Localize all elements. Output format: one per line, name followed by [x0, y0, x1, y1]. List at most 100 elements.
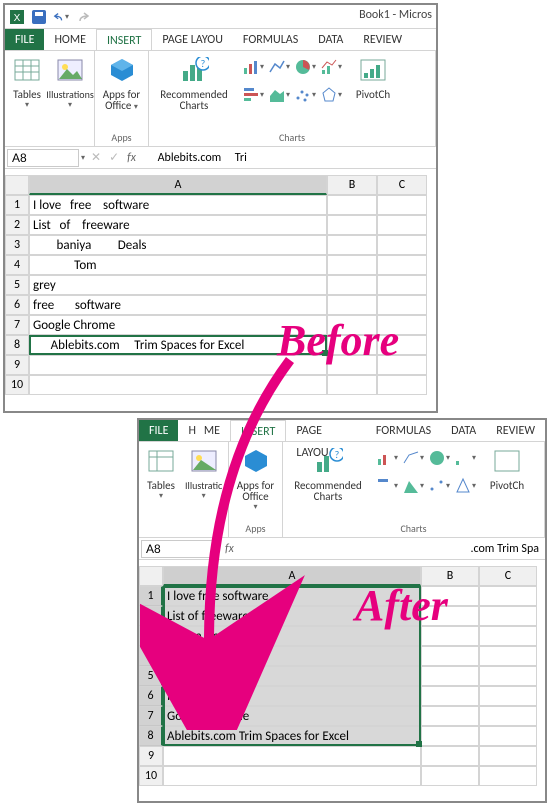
line-chart-icon[interactable]: ▾	[267, 54, 291, 80]
tab-file[interactable]: FILE	[139, 420, 178, 441]
tab-review[interactable]: REVIEW	[353, 29, 412, 50]
pie-chart-icon[interactable]: ▾	[293, 54, 317, 80]
cell[interactable]: grey	[163, 666, 421, 686]
cell[interactable]	[421, 686, 479, 706]
tab-data[interactable]: DATA	[441, 420, 486, 441]
recommended-charts-button[interactable]: ?Recommended Charts	[155, 54, 233, 111]
col-header-C[interactable]: C	[479, 566, 537, 586]
cell[interactable]	[479, 746, 537, 766]
cell[interactable]	[479, 706, 537, 726]
tab-insert[interactable]: INSERT	[96, 29, 152, 50]
row-header[interactable]: 8	[5, 335, 29, 355]
cell[interactable]	[479, 586, 537, 606]
cell[interactable]: baniya Deals	[29, 235, 327, 255]
cell[interactable]: List of freeware	[29, 215, 327, 235]
apps-button[interactable]: Apps for Office ▾	[101, 54, 142, 113]
cell[interactable]: I love free software	[29, 195, 327, 215]
cell[interactable]	[421, 646, 479, 666]
row-header[interactable]: 8	[139, 726, 163, 746]
cell[interactable]: grey	[29, 275, 327, 295]
name-box[interactable]	[141, 540, 213, 558]
fx-icon[interactable]: fx	[127, 151, 136, 165]
cell[interactable]	[421, 706, 479, 726]
tables-button[interactable]: Tables▾	[11, 54, 43, 111]
cell[interactable]	[377, 235, 427, 255]
cell[interactable]	[377, 295, 427, 315]
cell[interactable]	[377, 195, 427, 215]
illustrations-button[interactable]: Illustratic▾	[185, 445, 222, 502]
tab-formulas[interactable]: FORMULAS	[233, 29, 308, 50]
cancel-icon[interactable]: ✕	[91, 150, 101, 165]
name-box[interactable]	[7, 149, 79, 167]
row-header[interactable]: 10	[5, 375, 29, 395]
col-header-B[interactable]: B	[327, 175, 377, 195]
apps-button[interactable]: Apps for Office▾	[235, 445, 276, 513]
row-header[interactable]: 2	[5, 215, 29, 235]
fx-icon[interactable]: fx	[225, 542, 234, 556]
scatter-chart-icon[interactable]: ▾	[293, 82, 317, 108]
row-header[interactable]: 3	[5, 235, 29, 255]
cell[interactable]	[29, 375, 327, 395]
tab-formulas[interactable]: FORMULAS	[366, 420, 441, 441]
tab-pagelayout[interactable]: PAGE LAYOU	[286, 420, 365, 441]
formula-value[interactable]: .com Trim Spa	[242, 542, 539, 556]
tab-data[interactable]: DATA	[308, 29, 353, 50]
tab-review[interactable]: REVIEW	[486, 420, 545, 441]
cell[interactable]	[377, 375, 427, 395]
row-header[interactable]: 6	[5, 295, 29, 315]
cell[interactable]	[479, 666, 537, 686]
cell[interactable]	[163, 746, 421, 766]
undo-icon[interactable]: ▾	[53, 9, 69, 25]
cell[interactable]	[479, 606, 537, 626]
enter-icon[interactable]: ✓	[109, 150, 119, 165]
cell[interactable]	[479, 686, 537, 706]
row-header[interactable]: 4	[139, 646, 163, 666]
cell[interactable]	[479, 726, 537, 746]
redo-icon[interactable]	[75, 9, 91, 25]
row-header[interactable]: 6	[139, 686, 163, 706]
select-all-cell[interactable]	[139, 566, 163, 586]
cell[interactable]	[479, 766, 537, 786]
tab-insert[interactable]: INSERT	[230, 420, 286, 441]
row-header[interactable]: 3	[139, 626, 163, 646]
illustrations-button[interactable]: Illustrations▾	[51, 54, 89, 111]
row-header[interactable]: 9	[5, 355, 29, 375]
tables-button[interactable]: Tables▾	[145, 445, 177, 502]
col-header-A[interactable]: A	[29, 175, 327, 195]
tab-file[interactable]: FILE	[5, 29, 44, 50]
cell[interactable]	[327, 275, 377, 295]
hbar-chart-icon[interactable]: ▾	[241, 82, 265, 108]
cell[interactable]	[421, 666, 479, 686]
cell[interactable]	[327, 215, 377, 235]
cell[interactable]	[163, 766, 421, 786]
pivotchart-button[interactable]: PivotCh	[485, 445, 529, 491]
tab-pagelayout[interactable]: PAGE LAYOU	[152, 29, 233, 50]
save-icon[interactable]	[31, 9, 47, 25]
cell[interactable]	[479, 626, 537, 646]
select-all-cell[interactable]	[5, 175, 29, 195]
formula-value[interactable]: Ablebits.com Tri	[144, 151, 430, 165]
row-header[interactable]: 2	[139, 606, 163, 626]
cell[interactable]	[377, 215, 427, 235]
cell[interactable]: Google Chrome	[163, 706, 421, 726]
radar-chart-icon[interactable]: ▾	[319, 82, 343, 108]
row-header[interactable]: 4	[5, 255, 29, 275]
row-header[interactable]: 5	[5, 275, 29, 295]
cell[interactable]: free software	[29, 295, 327, 315]
cell[interactable]	[479, 646, 537, 666]
cell[interactable]	[327, 375, 377, 395]
cell[interactable]	[421, 726, 479, 746]
row-header[interactable]: 7	[5, 315, 29, 335]
cell[interactable]	[327, 295, 377, 315]
row-header[interactable]: 1	[5, 195, 29, 215]
tab-home[interactable]: HOME	[178, 420, 230, 441]
cell[interactable]: Tom	[29, 255, 327, 275]
cell[interactable]	[377, 255, 427, 275]
bar-chart-icon[interactable]: ▾	[241, 54, 265, 80]
row-header[interactable]: 1	[139, 586, 163, 606]
cell[interactable]	[327, 195, 377, 215]
area-chart-icon[interactable]: ▾	[267, 82, 291, 108]
cell[interactable]: Tom	[163, 646, 421, 666]
cell[interactable]	[421, 746, 479, 766]
cell[interactable]	[327, 235, 377, 255]
